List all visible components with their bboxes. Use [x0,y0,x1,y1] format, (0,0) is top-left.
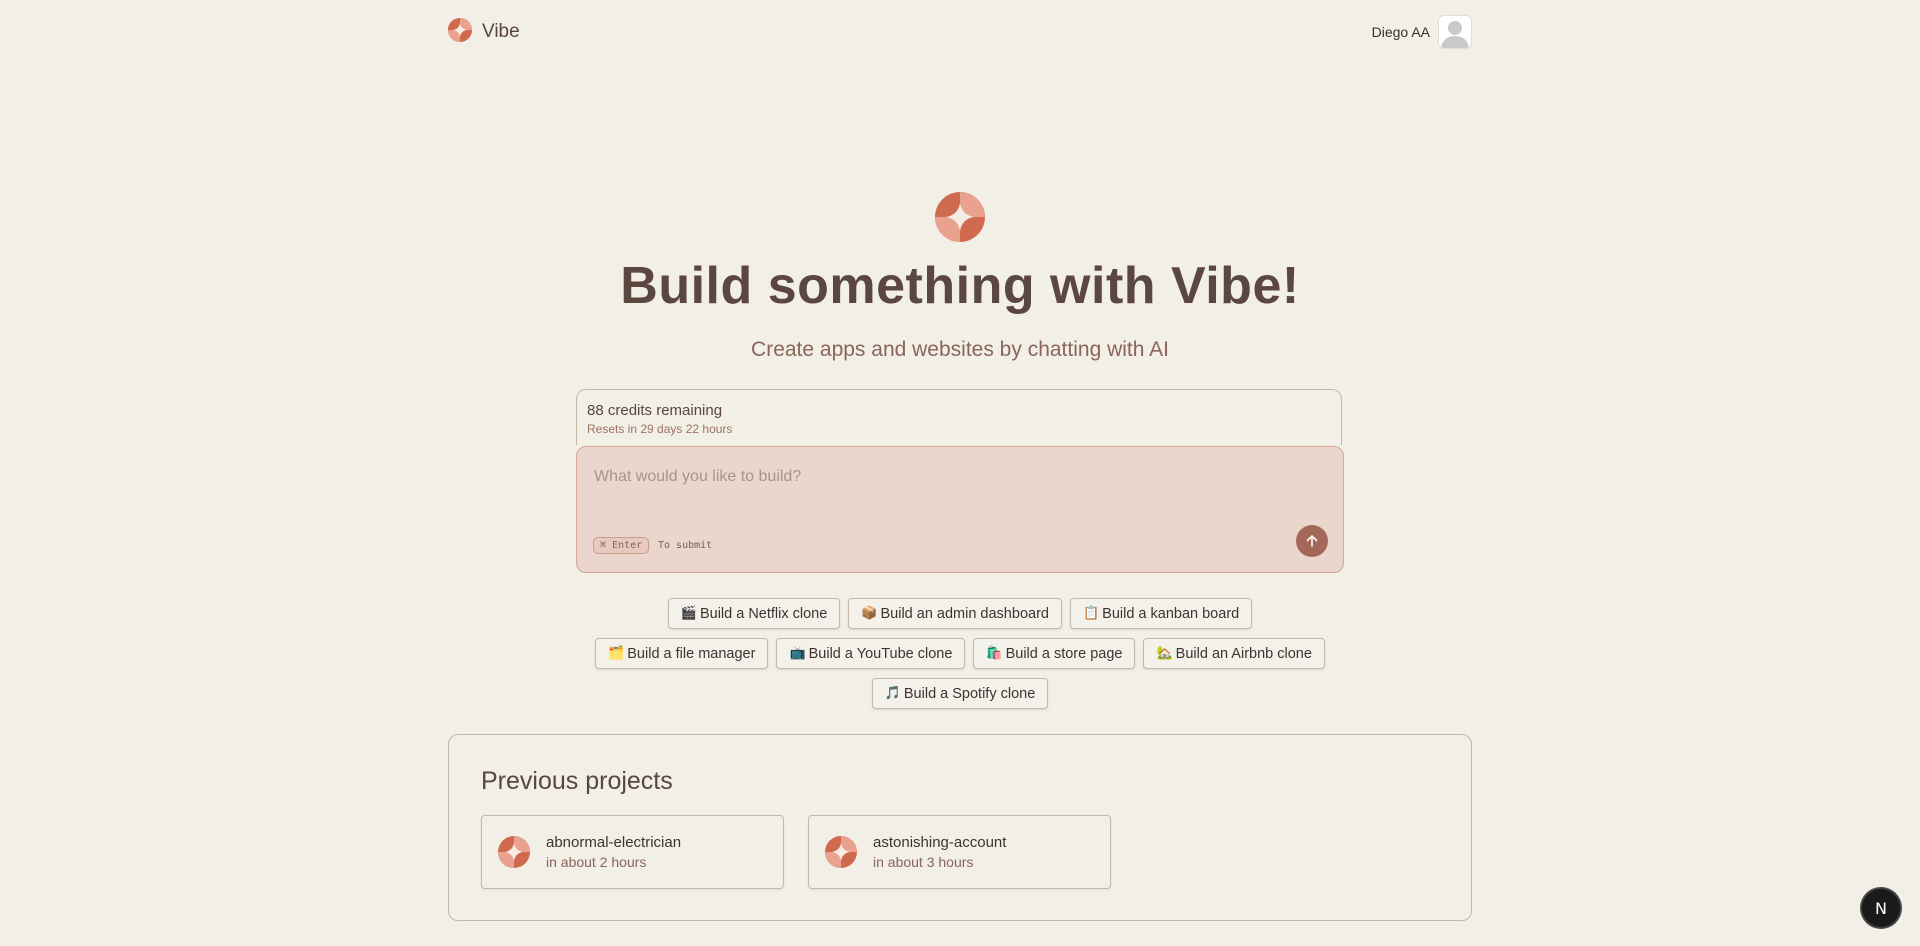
clipboard-icon: 📋 [1082,606,1100,621]
house-icon: 🏡 [1156,646,1173,661]
suggestions-row-3: 🎵 Build a Spotify clone [0,678,1920,709]
user-avatar-icon [1439,16,1471,48]
brand[interactable]: Vibe [448,17,520,47]
suggestion-youtube-clone[interactable]: 📺 Build a YouTube clone [776,638,966,669]
package-icon: 📦 [861,606,878,621]
project-card[interactable]: astonishing-account in about 3 hours [808,815,1111,889]
top-header: Vibe Diego AA [448,14,1472,50]
music-note-icon: 🎵 [884,686,901,701]
prompt-box: ⌘ Enter To submit [576,446,1344,573]
project-logo-icon [498,836,530,873]
brand-name: Vibe [482,21,520,42]
chip-label: Build an admin dashboard [880,605,1049,622]
folder-icon: 🗂️ [608,646,625,661]
chip-label: Build a kanban board [1102,605,1240,622]
prompt-input[interactable] [592,467,1296,487]
user-name: Diego AA [1371,24,1430,40]
project-time: in about 3 hours [873,854,974,870]
credits-remaining: 88 credits remaining [587,402,723,419]
suggestion-airbnb-clone[interactable]: 🏡 Build an Airbnb clone [1143,638,1325,669]
suggestion-netflix-clone[interactable]: 🎬 Build a Netflix clone [667,598,841,629]
project-logo-icon [825,836,857,873]
page-title: Build something with Vibe! [620,257,1300,315]
avatar[interactable] [1438,15,1472,49]
submit-button[interactable] [1296,525,1328,557]
user-menu[interactable]: Diego AA [1372,15,1472,49]
nextjs-dev-badge-icon[interactable]: N [1862,889,1900,927]
credits-panel: 88 credits remaining Resets in 29 days 2… [576,389,1342,445]
suggestions-row-2: 🗂️ Build a file manager 📺 Build a YouTub… [0,638,1920,669]
suggestion-file-manager[interactable]: 🗂️ Build a file manager [595,638,769,669]
suggestion-spotify-clone[interactable]: 🎵 Build a Spotify clone [871,678,1049,709]
chip-label: Build a store page [1005,645,1123,662]
chip-label: Build a Spotify clone [903,685,1036,702]
tv-icon: 📺 [789,646,806,661]
chip-label: Build a file manager [627,645,756,662]
arrow-up-icon [1306,535,1318,547]
suggestion-kanban-board[interactable]: 📋 Build a kanban board [1069,598,1253,629]
clapper-icon: 🎬 [680,606,697,621]
suggestion-store-page[interactable]: 🛍️ Build a store page [973,638,1136,669]
hero-logo-icon [935,192,985,247]
previous-projects-title: Previous projects [481,767,673,795]
chip-label: Build an Airbnb clone [1175,645,1312,662]
chip-label: Build a YouTube clone [808,645,953,662]
shopping-bags-icon: 🛍️ [986,646,1003,661]
page-subtitle: Create apps and websites by chatting wit… [751,338,1169,361]
credits-reset: Resets in 29 days 22 hours [587,422,733,436]
vibe-logo-icon [448,17,472,47]
project-time: in about 2 hours [546,854,647,870]
suggestions-row-1: 🎬 Build a Netflix clone 📦 Build an admin… [0,598,1920,629]
chip-label: Build a Netflix clone [699,605,828,622]
submit-hint: To submit [658,540,713,551]
dev-badge-label: N [1875,898,1887,918]
suggestion-admin-dashboard[interactable]: 📦 Build an admin dashboard [848,598,1062,629]
project-name: abnormal-electrician [546,834,682,851]
enter-shortcut-badge: ⌘ Enter [593,537,650,554]
project-card[interactable]: abnormal-electrician in about 2 hours [481,815,784,889]
project-name: astonishing-account [873,834,1007,851]
previous-projects-panel: Previous projects abnormal-electrician i… [448,734,1472,921]
